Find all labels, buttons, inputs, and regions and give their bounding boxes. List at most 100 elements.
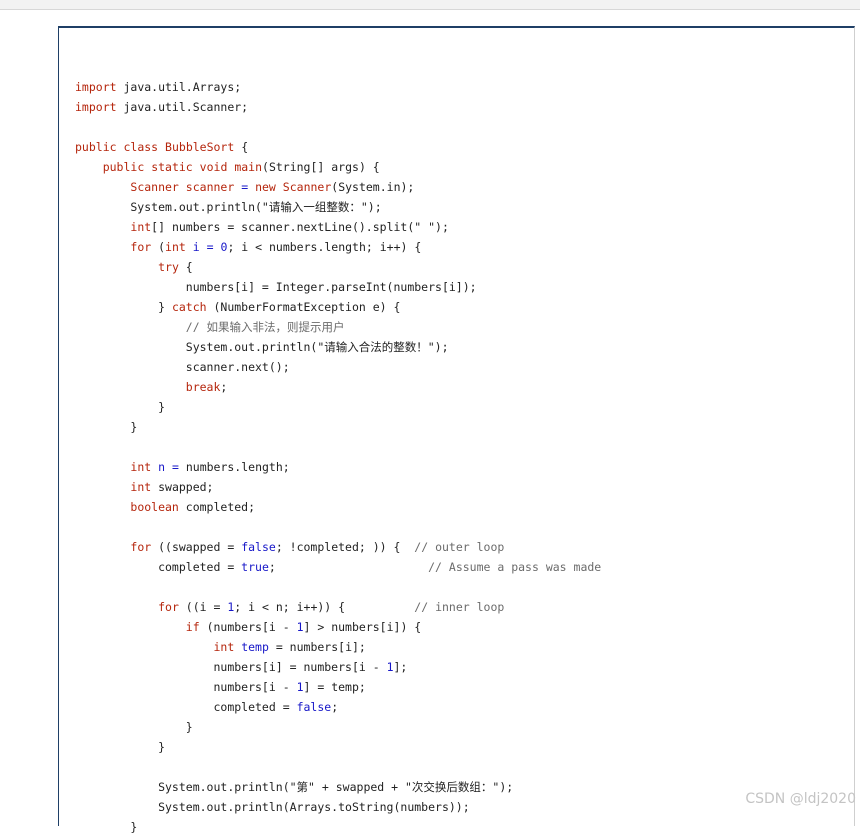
code-token-keyword: main	[234, 160, 263, 174]
code-line: int n = numbers.length;	[75, 457, 601, 477]
code-token-keyword: int	[213, 640, 235, 654]
code-token-text: System.out.println("第" + swapped + "次交换后…	[75, 780, 514, 794]
code-token-number: 1	[296, 620, 304, 634]
code-line: try {	[75, 257, 601, 277]
code-line: numbers[i - 1] = temp;	[75, 677, 601, 697]
code-token-keyword: Scanner	[282, 180, 332, 194]
code-token-keyword: public	[75, 140, 117, 154]
code-token-keyword: public	[102, 160, 145, 174]
code-token-keyword: new	[255, 180, 276, 194]
code-token-text: java.util.Scanner;	[116, 100, 249, 114]
code-token-text: ; !completed; )) {	[275, 540, 415, 554]
code-token-keyword: int	[130, 480, 152, 494]
top-toolbar-strip	[0, 0, 860, 9]
code-line: for ((i = 1; i < n; i++)) { // inner loo…	[75, 597, 601, 617]
code-token-text: numbers[i] = numbers[i -	[75, 660, 387, 674]
code-token-keyword: boolean	[130, 500, 179, 514]
code-block: import java.util.Arrays; import java.util…	[58, 26, 855, 834]
code-line: System.out.println("请输入合法的整数！");	[75, 337, 601, 357]
code-line: }	[75, 717, 601, 737]
code-token-text: numbers[i -	[75, 680, 297, 694]
code-token-text: {	[234, 140, 249, 154]
code-token-text: }	[75, 420, 138, 434]
code-token-text: numbers[i] = Integer.parseInt(numbers[i]…	[75, 280, 477, 294]
code-token-text: ; i < n; i++)) {	[234, 600, 415, 614]
code-line: public class BubbleSort {	[75, 137, 601, 157]
code-line: import java.util.Scanner;	[75, 97, 601, 117]
code-token-text: java.util.Arrays;	[116, 80, 242, 94]
code-token-text: ;	[268, 560, 429, 574]
code-token-keyword: int	[165, 240, 186, 254]
code-token-text: (String[] args) {	[262, 160, 380, 174]
code-token-text: ((swapped =	[151, 540, 242, 554]
code-token-type: temp	[241, 640, 269, 654]
code-token-type: n	[158, 460, 166, 474]
code-token-type: i	[192, 240, 200, 254]
code-token-keyword: try	[158, 260, 179, 274]
code-token-text: ((i =	[178, 600, 228, 614]
code-token-text: (NumberFormatException e) {	[206, 300, 401, 314]
code-line: // 如果输入非法，则提示用户	[75, 317, 601, 337]
code-token-keyword: import	[75, 100, 117, 114]
code-token-keyword: int	[130, 220, 152, 234]
code-token-keyword: scanner	[185, 180, 235, 194]
code-token-comment: // Assume a pass was made	[428, 560, 602, 574]
code-token-text: ;	[220, 380, 228, 394]
code-line: break;	[75, 377, 601, 397]
code-lines: import java.util.Arrays; import java.util…	[75, 57, 601, 837]
code-line: numbers[i] = Integer.parseInt(numbers[i]…	[75, 277, 601, 297]
code-token-text: = numbers[i];	[268, 640, 366, 654]
code-token-type: false	[241, 540, 276, 554]
code-line: completed = true; // Assume a pass was m…	[75, 557, 601, 577]
code-line: System.out.println(Arrays.toString(numbe…	[75, 797, 601, 817]
code-token-comment: // inner loop	[414, 600, 505, 614]
code-line: }	[75, 737, 601, 757]
code-line: }	[75, 417, 601, 437]
code-line: }	[75, 397, 601, 417]
code-token-text: completed;	[178, 500, 256, 514]
code-token-keyword: class	[123, 140, 159, 154]
code-line: public static void main(String[] args) {	[75, 157, 601, 177]
code-line: for ((swapped = false; !completed; )) { …	[75, 537, 601, 557]
code-token-text: ] = temp;	[303, 680, 366, 694]
code-line: } catch (NumberFormatException e) {	[75, 297, 601, 317]
code-line: System.out.println("第" + swapped + "次交换后…	[75, 777, 601, 797]
code-token-text: scanner.next();	[75, 360, 290, 374]
code-token-text: (numbers[i -	[199, 620, 297, 634]
code-token-type: =	[171, 460, 179, 474]
code-token-type: false	[296, 700, 332, 714]
code-token-keyword: Scanner	[130, 180, 179, 194]
code-token-text: (	[151, 240, 166, 254]
code-line: Scanner scanner = new Scanner(System.in)…	[75, 177, 601, 197]
code-token-text: }	[75, 720, 193, 734]
code-line: int swapped;	[75, 477, 601, 497]
code-token-text: ;	[331, 700, 339, 714]
code-token-text: swapped;	[151, 480, 214, 494]
code-token-number: 1	[296, 680, 304, 694]
code-token-keyword: static	[151, 160, 193, 174]
code-token-text: (System.in);	[331, 180, 415, 194]
code-token-text: ] > numbers[i]) {	[303, 620, 422, 634]
code-line: int[] numbers = scanner.nextLine().split…	[75, 217, 601, 237]
